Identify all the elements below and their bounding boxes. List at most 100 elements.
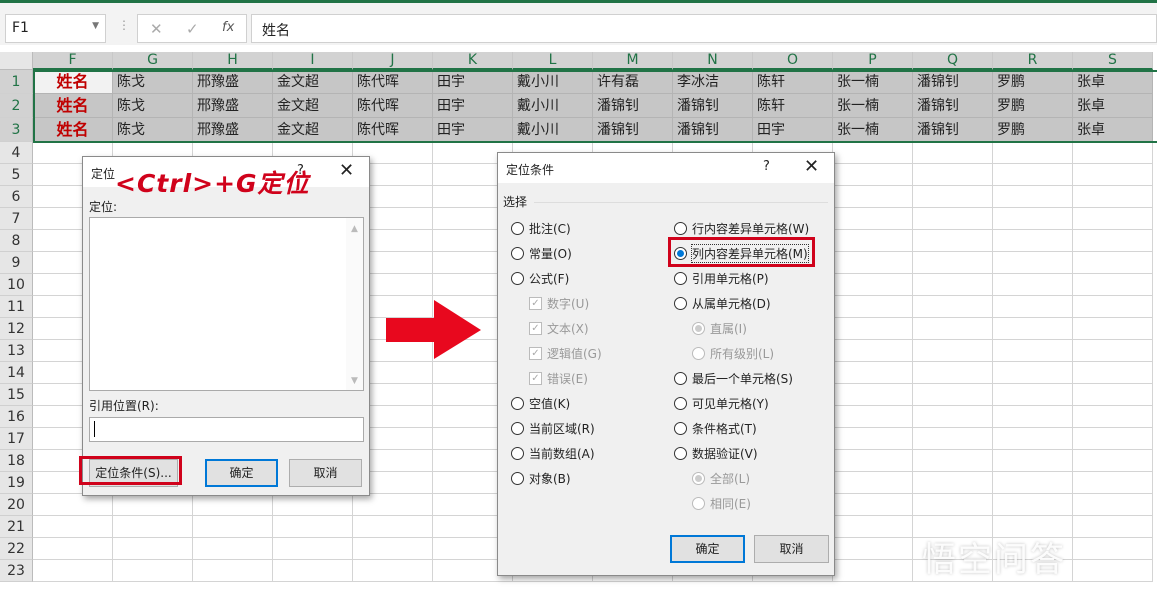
cell-F22[interactable] — [33, 538, 113, 560]
radio-icon[interactable] — [674, 222, 687, 235]
cell-R1[interactable]: 罗鹏 — [993, 70, 1073, 94]
cell-S23[interactable] — [1073, 560, 1153, 582]
cell-J3[interactable]: 陈代晖 — [353, 118, 433, 142]
cell-F21[interactable] — [33, 516, 113, 538]
cell-Q2[interactable]: 潘锦钊 — [913, 94, 993, 118]
cell-P20[interactable] — [833, 494, 913, 516]
column-header-L[interactable]: L — [513, 52, 593, 70]
cell-F1[interactable]: 姓名 — [33, 70, 113, 94]
cell-J21[interactable] — [353, 516, 433, 538]
column-header-I[interactable]: I — [273, 52, 353, 70]
cell-H1[interactable]: 邢豫盛 — [193, 70, 273, 94]
cell-R16[interactable] — [993, 406, 1073, 428]
cell-H20[interactable] — [193, 494, 273, 516]
cell-G21[interactable] — [113, 516, 193, 538]
column-header-F[interactable]: F — [33, 52, 113, 70]
fx-icon[interactable]: fx — [222, 20, 234, 35]
option-right-3[interactable]: 从属单元格(D) — [674, 295, 771, 312]
cell-F23[interactable] — [33, 560, 113, 582]
option-left-8[interactable]: 当前区域(R) — [511, 420, 595, 437]
cell-S19[interactable] — [1073, 472, 1153, 494]
row-header-19[interactable]: 19 — [0, 472, 33, 494]
radio-icon[interactable] — [511, 272, 524, 285]
radio-icon[interactable] — [674, 372, 687, 385]
cell-O2[interactable]: 陈轩 — [753, 94, 833, 118]
cell-L1[interactable]: 戴小川 — [513, 70, 593, 94]
cancel-button[interactable]: 取消 — [754, 535, 829, 563]
ok-button[interactable]: 确定 — [670, 535, 745, 563]
column-header-N[interactable]: N — [673, 52, 753, 70]
option-left-5[interactable]: ✓ 逻辑值(G) — [529, 345, 602, 362]
option-left-6[interactable]: ✓ 错误(E) — [529, 370, 588, 387]
radio-icon[interactable] — [511, 222, 524, 235]
cell-P17[interactable] — [833, 428, 913, 450]
cell-S9[interactable] — [1073, 252, 1153, 274]
cell-K1[interactable]: 田宇 — [433, 70, 513, 94]
cell-S5[interactable] — [1073, 164, 1153, 186]
column-header-R[interactable]: R — [993, 52, 1073, 70]
radio-icon[interactable] — [511, 247, 524, 260]
cell-J1[interactable]: 陈代晖 — [353, 70, 433, 94]
cell-S10[interactable] — [1073, 274, 1153, 296]
row-header-4[interactable]: 4 — [0, 142, 33, 164]
option-right-2[interactable]: 引用单元格(P) — [674, 270, 769, 287]
radio-icon[interactable] — [692, 497, 705, 510]
cell-R12[interactable] — [993, 318, 1073, 340]
cell-L3[interactable]: 戴小川 — [513, 118, 593, 142]
cell-Q16[interactable] — [913, 406, 993, 428]
cell-Q1[interactable]: 潘锦钊 — [913, 70, 993, 94]
checkbox-icon[interactable]: ✓ — [529, 322, 542, 335]
help-icon[interactable]: ? — [763, 159, 770, 174]
cell-F3[interactable]: 姓名 — [33, 118, 113, 142]
option-left-3[interactable]: ✓ 数字(U) — [529, 295, 589, 312]
cell-S22[interactable] — [1073, 538, 1153, 560]
cell-H23[interactable] — [193, 560, 273, 582]
row-header-18[interactable]: 18 — [0, 450, 33, 472]
close-icon[interactable]: ✕ — [339, 160, 354, 181]
chevron-down-icon[interactable]: ▼ — [92, 21, 99, 31]
cell-P21[interactable] — [833, 516, 913, 538]
cell-R18[interactable] — [993, 450, 1073, 472]
cell-Q11[interactable] — [913, 296, 993, 318]
close-icon[interactable]: ✕ — [804, 156, 819, 177]
cell-S6[interactable] — [1073, 186, 1153, 208]
column-header-K[interactable]: K — [433, 52, 513, 70]
radio-icon[interactable] — [511, 397, 524, 410]
cell-J20[interactable] — [353, 494, 433, 516]
cell-R6[interactable] — [993, 186, 1073, 208]
cell-S4[interactable] — [1073, 142, 1153, 164]
enter-icon[interactable]: ✓ — [186, 20, 199, 38]
cell-P19[interactable] — [833, 472, 913, 494]
row-header-22[interactable]: 22 — [0, 538, 33, 560]
cancel-button[interactable]: 取消 — [289, 459, 362, 487]
option-right-5[interactable]: 所有级别(L) — [692, 345, 774, 362]
cell-K2[interactable]: 田宇 — [433, 94, 513, 118]
cell-R7[interactable] — [993, 208, 1073, 230]
cell-P3[interactable]: 张一楠 — [833, 118, 913, 142]
row-header-6[interactable]: 6 — [0, 186, 33, 208]
cell-P6[interactable] — [833, 186, 913, 208]
cell-N1[interactable]: 李冰洁 — [673, 70, 753, 94]
reference-input[interactable] — [89, 417, 364, 442]
option-left-10[interactable]: 对象(B) — [511, 470, 571, 487]
cell-R10[interactable] — [993, 274, 1073, 296]
cell-R15[interactable] — [993, 384, 1073, 406]
cell-L2[interactable]: 戴小川 — [513, 94, 593, 118]
cell-H21[interactable] — [193, 516, 273, 538]
cell-S14[interactable] — [1073, 362, 1153, 384]
cell-I3[interactable]: 金文超 — [273, 118, 353, 142]
radio-icon[interactable] — [674, 297, 687, 310]
radio-icon[interactable] — [692, 347, 705, 360]
cell-I22[interactable] — [273, 538, 353, 560]
checkbox-icon[interactable]: ✓ — [529, 347, 542, 360]
radio-icon[interactable] — [674, 447, 687, 460]
row-header-13[interactable]: 13 — [0, 340, 33, 362]
cell-P13[interactable] — [833, 340, 913, 362]
option-right-10[interactable]: 全部(L) — [692, 470, 750, 487]
row-header-5[interactable]: 5 — [0, 164, 33, 186]
cell-R11[interactable] — [993, 296, 1073, 318]
select-all-corner[interactable] — [0, 52, 33, 70]
cell-Q3[interactable]: 潘锦钊 — [913, 118, 993, 142]
cell-P22[interactable] — [833, 538, 913, 560]
option-right-7[interactable]: 可见单元格(Y) — [674, 395, 769, 412]
